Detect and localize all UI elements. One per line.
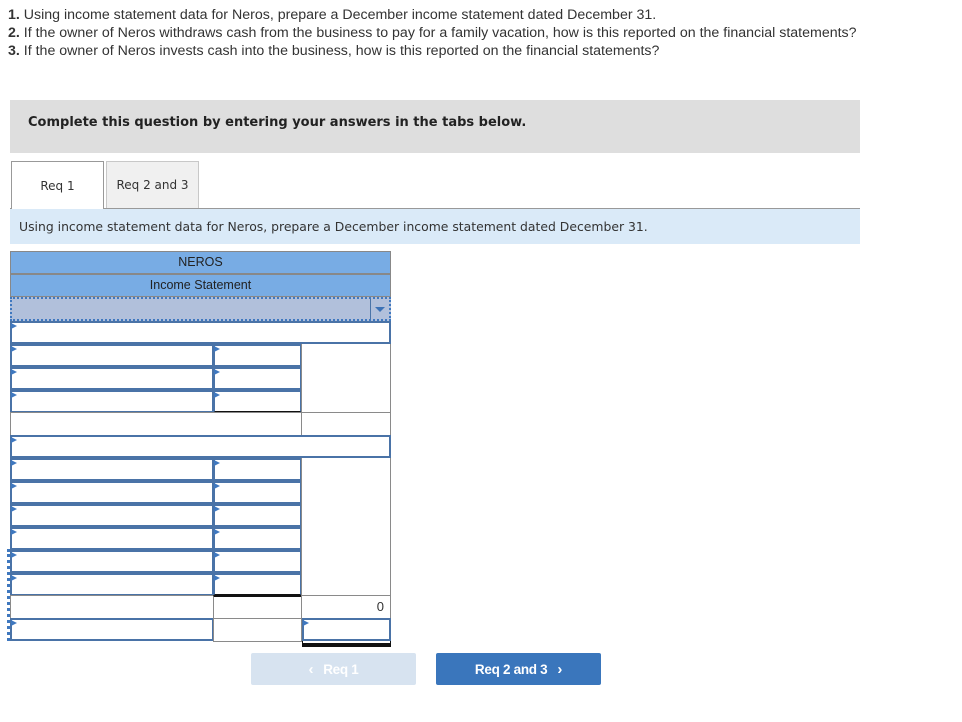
- expense-total-column: [301, 458, 391, 596]
- expense-amount-input-6[interactable]: [213, 573, 302, 596]
- question-text: 1. Using income statement data for Neros…: [8, 6, 868, 60]
- net-income-label-input[interactable]: [10, 618, 214, 641]
- section-label-input-expenses[interactable]: [10, 435, 391, 458]
- expense-amount-input-3[interactable]: [213, 504, 302, 527]
- tab-req-2-and-3[interactable]: Req 2 and 3: [106, 161, 199, 208]
- total-revenues-label-cell: [10, 412, 302, 436]
- expense-account-input-5[interactable]: [10, 550, 214, 573]
- revenue-account-input-1[interactable]: [10, 344, 214, 367]
- dropdown-arrow-button[interactable]: [370, 299, 389, 319]
- statement-title-header: Income Statement: [10, 274, 391, 297]
- caret-down-icon: [375, 307, 385, 312]
- total-expenses-value: 0: [301, 595, 391, 619]
- revenue-amount-input-2[interactable]: [213, 367, 302, 390]
- question-2: 2. If the owner of Neros withdraws cash …: [8, 25, 857, 41]
- tab-req-1[interactable]: Req 1: [11, 161, 104, 209]
- date-dropdown[interactable]: [10, 297, 391, 321]
- expense-account-input-6[interactable]: [10, 573, 214, 596]
- next-button-label: Req 2 and 3: [474, 661, 548, 677]
- expense-account-input-2[interactable]: [10, 481, 214, 504]
- revenue-account-input-2[interactable]: [10, 367, 214, 390]
- banner-text: Complete this question by entering your …: [28, 115, 527, 130]
- company-name-header: NEROS: [10, 251, 391, 274]
- expense-account-input-3[interactable]: [10, 504, 214, 527]
- revenue-total-column: [301, 344, 391, 413]
- instructions-banner: Complete this question by entering your …: [10, 100, 860, 153]
- revenue-account-input-3[interactable]: [10, 390, 214, 413]
- expense-account-input-4[interactable]: [10, 527, 214, 550]
- expense-amount-input-2[interactable]: [213, 481, 302, 504]
- total-expenses-label-cell: [10, 595, 214, 619]
- expense-amount-input-1[interactable]: [213, 458, 302, 481]
- question-3: 3. If the owner of Neros invests cash in…: [8, 43, 660, 59]
- total-expenses-mid-cell: [213, 595, 302, 619]
- expense-account-input-1[interactable]: [10, 458, 214, 481]
- net-income-mid-cell: [213, 618, 302, 642]
- instruction-text: Using income statement data for Neros, p…: [19, 219, 648, 234]
- revenue-amount-input-3[interactable]: [213, 390, 302, 413]
- chevron-left-icon: ‹: [308, 660, 314, 678]
- next-req-2-and-3-button[interactable]: Req 2 and 3 ›: [436, 653, 601, 685]
- question-1: 1. Using income statement data for Neros…: [8, 7, 657, 23]
- chevron-right-icon: ›: [557, 660, 563, 678]
- section-label-input-revenues[interactable]: [10, 321, 391, 344]
- total-revenues-value-cell: [301, 412, 391, 436]
- expense-amount-input-5[interactable]: [213, 550, 302, 573]
- revenue-amount-input-1[interactable]: [213, 344, 302, 367]
- requirement-instruction: Using income statement data for Neros, p…: [10, 208, 860, 244]
- prev-button-label: Req 1: [323, 661, 359, 677]
- expense-amount-input-4[interactable]: [213, 527, 302, 550]
- net-income-amount-input[interactable]: [302, 618, 391, 641]
- prev-req-1-button[interactable]: ‹ Req 1: [251, 653, 416, 685]
